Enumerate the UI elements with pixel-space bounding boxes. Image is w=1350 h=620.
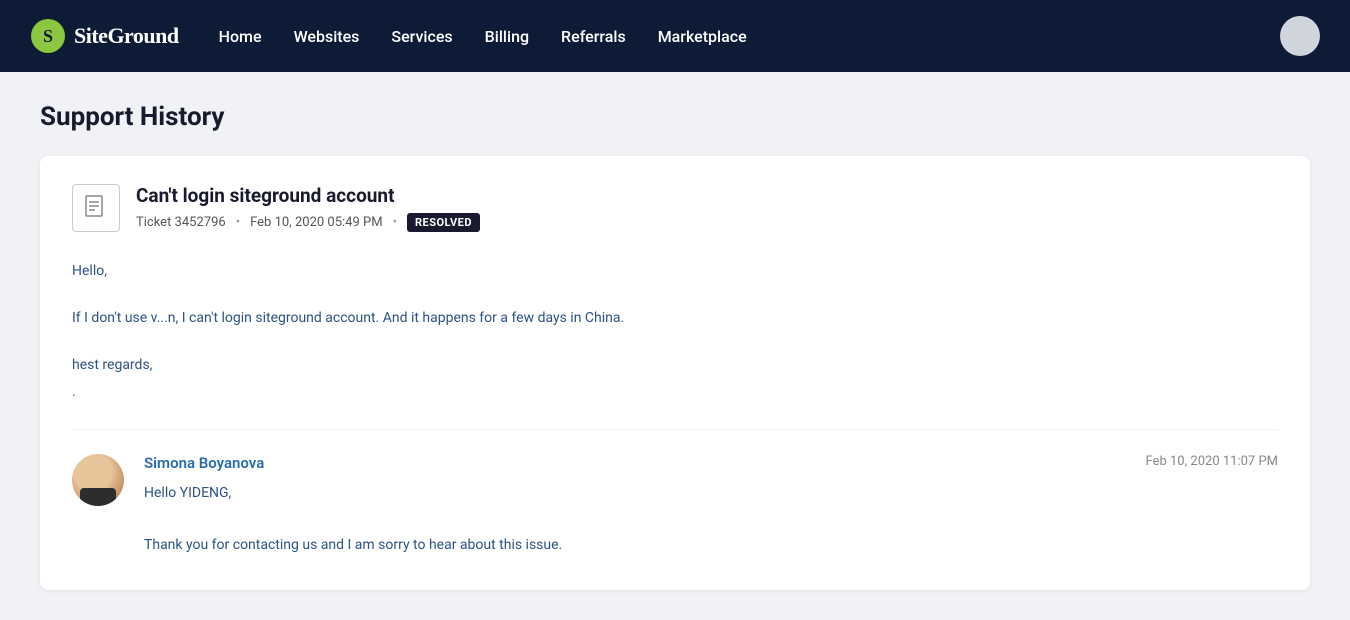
message-line-1: Hello,	[72, 260, 1278, 284]
ticket-document-icon	[72, 184, 120, 232]
nav-item-referrals[interactable]: Referrals	[561, 27, 626, 46]
avatar[interactable]	[1280, 16, 1320, 56]
ticket-number: Ticket 3452796	[136, 215, 226, 230]
message-line-4: .	[72, 381, 1278, 405]
nav-item-home[interactable]: Home	[219, 27, 262, 46]
nav-item-billing[interactable]: Billing	[485, 27, 529, 46]
nav-item-services[interactable]: Services	[391, 27, 452, 46]
reply-avatar	[72, 454, 124, 506]
ticket-date: Feb 10, 2020 05:49 PM	[250, 215, 382, 230]
navbar: S SiteGround Home Websites Services Bill…	[0, 0, 1350, 72]
ticket-title: Can't login siteground account	[136, 184, 480, 207]
reply-content: Simona Boyanova Feb 10, 2020 11:07 PM He…	[144, 454, 1278, 561]
nav-item-marketplace[interactable]: Marketplace	[658, 27, 747, 46]
reply-author[interactable]: Simona Boyanova	[144, 454, 264, 472]
siteground-logo-icon: S	[30, 18, 66, 54]
resolved-badge: RESOLVED	[407, 213, 480, 232]
ticket-card: Can't login siteground account Ticket 34…	[40, 156, 1310, 590]
message-body: Hello, If I don't use v...n, I can't log…	[72, 252, 1278, 430]
ticket-meta: Ticket 3452796 • Feb 10, 2020 05:49 PM •…	[136, 213, 480, 232]
message-line-2: If I don't use v...n, I can't login site…	[72, 307, 1278, 331]
message-line-3: hest regards,	[72, 354, 1278, 378]
nav-links: Home Websites Services Billing Referrals…	[219, 27, 747, 46]
ticket-header: Can't login siteground account Ticket 34…	[72, 184, 1278, 232]
nav-link-websites[interactable]: Websites	[294, 27, 360, 46]
ticket-title-area: Can't login siteground account Ticket 34…	[136, 184, 480, 232]
nav-link-services[interactable]: Services	[391, 27, 452, 46]
nav-link-home[interactable]: Home	[219, 27, 262, 46]
reply-line-2: Thank you for contacting us and I am sor…	[144, 534, 1278, 558]
navbar-left: S SiteGround Home Websites Services Bill…	[30, 18, 747, 54]
nav-link-marketplace[interactable]: Marketplace	[658, 27, 747, 46]
avatar-image	[72, 454, 124, 506]
reply-section: Simona Boyanova Feb 10, 2020 11:07 PM He…	[72, 430, 1278, 561]
main-content: Support History Can't login siteground a…	[0, 72, 1350, 620]
nav-link-billing[interactable]: Billing	[485, 27, 529, 46]
svg-text:S: S	[43, 26, 53, 46]
reply-line-1: Hello YIDENG,	[144, 482, 1278, 506]
meta-dot-1: •	[236, 215, 240, 230]
reply-text: Hello YIDENG, Thank you for contacting u…	[144, 482, 1278, 557]
logo-container[interactable]: S SiteGround	[30, 18, 179, 54]
nav-item-websites[interactable]: Websites	[294, 27, 360, 46]
logo-text: SiteGround	[74, 23, 179, 49]
page-title: Support History	[40, 102, 1310, 132]
nav-link-referrals[interactable]: Referrals	[561, 27, 626, 46]
reply-header: Simona Boyanova Feb 10, 2020 11:07 PM	[144, 454, 1278, 472]
meta-dot-2: •	[393, 215, 397, 230]
navbar-right	[1280, 16, 1320, 56]
reply-timestamp: Feb 10, 2020 11:07 PM	[1146, 454, 1278, 469]
